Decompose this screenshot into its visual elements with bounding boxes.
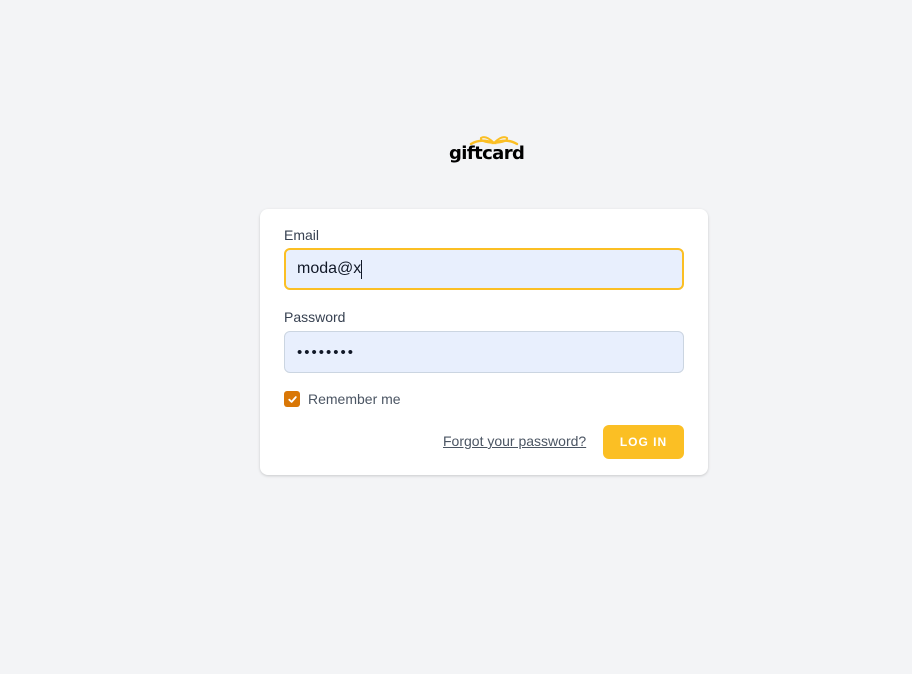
email-field[interactable]: moda@x <box>284 248 684 290</box>
password-field[interactable]: •••••••• <box>284 331 684 373</box>
forgot-password-link[interactable]: Forgot your password? <box>443 433 586 449</box>
password-value: •••••••• <box>297 343 356 361</box>
brand-name: giftcard <box>449 143 525 164</box>
remember-label: Remember me <box>308 391 401 407</box>
remember-checkbox[interactable] <box>284 391 300 407</box>
login-button[interactable]: LOG IN <box>603 425 684 459</box>
text-caret <box>361 259 363 279</box>
checkmark-icon <box>287 395 297 403</box>
email-value: moda@x <box>297 260 362 277</box>
remember-me[interactable]: Remember me <box>284 391 401 407</box>
password-label: Password <box>284 309 346 325</box>
login-card: Email moda@x Password •••••••• Remember … <box>260 209 708 475</box>
brand-logo: giftcard <box>449 134 525 166</box>
email-label: Email <box>284 227 320 243</box>
